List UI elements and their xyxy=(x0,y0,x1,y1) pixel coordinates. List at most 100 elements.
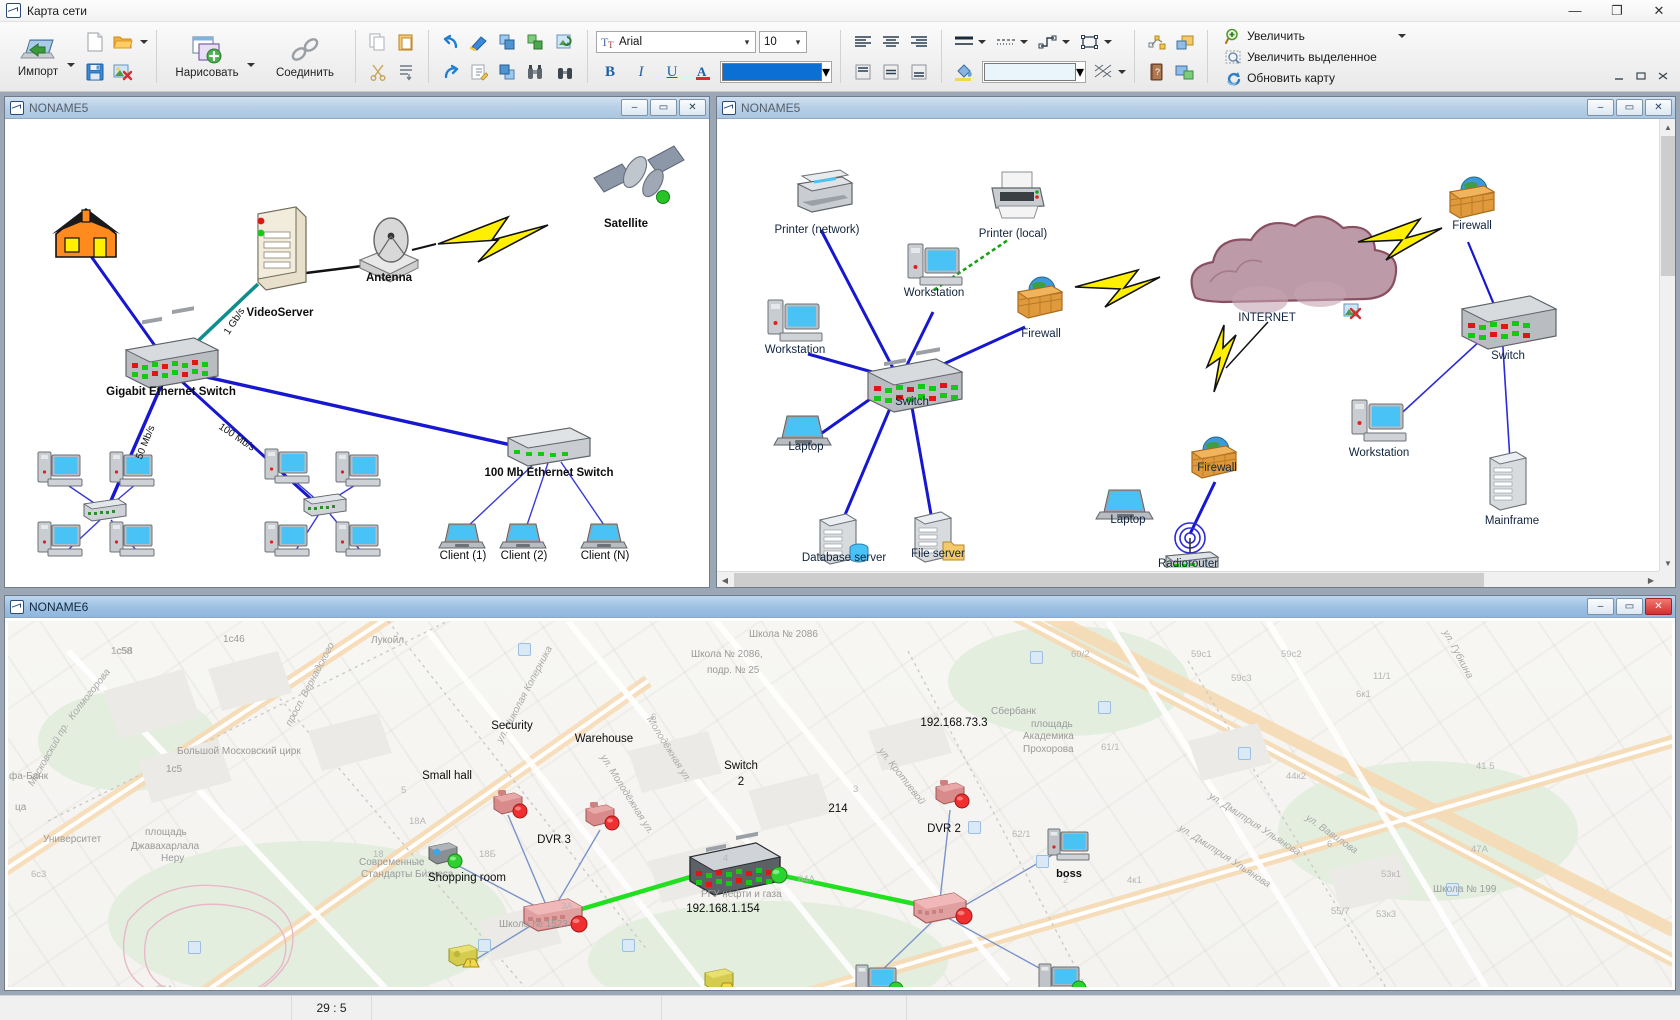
font-color-button[interactable]: A xyxy=(689,58,717,86)
mdi-window-noname6-map[interactable]: NONAME6 – ▭ ✕ xyxy=(4,595,1676,991)
connect-button[interactable]: Соединить xyxy=(263,25,347,89)
mdi-window-2-titlebar[interactable]: NONAME5 – ▭ ✕ xyxy=(717,97,1675,119)
mdi-window-3-restore[interactable]: ▭ xyxy=(1616,598,1643,615)
font-color-chevron-down-icon[interactable]: ▾ xyxy=(822,62,830,82)
draw-dropdown-caret[interactable] xyxy=(247,63,255,67)
copy-button[interactable] xyxy=(364,28,392,56)
align-top-button[interactable] xyxy=(849,58,877,86)
node-label-switch-center: Switch xyxy=(895,396,929,408)
pattern-button[interactable] xyxy=(1090,58,1118,86)
mdi-restore-all-button[interactable] xyxy=(1630,67,1652,85)
connector-style-button[interactable] xyxy=(1034,28,1062,56)
shape-button[interactable] xyxy=(1076,28,1104,56)
align-right-button[interactable] xyxy=(905,28,933,56)
network-diagram-canvas-2[interactable]: Printer (network) Printer (local) Workst… xyxy=(720,122,1656,568)
fill-bucket-icon xyxy=(953,63,975,81)
line-style-button[interactable] xyxy=(992,28,1020,56)
mdi-window-noname5-right[interactable]: NONAME5 – ▭ ✕ xyxy=(716,96,1676,588)
vertical-scroll-thumb[interactable] xyxy=(1661,136,1675,276)
paste-item-button[interactable] xyxy=(392,58,420,86)
new-document-button[interactable] xyxy=(81,28,109,56)
draw-button[interactable]: Нарисовать xyxy=(165,25,249,89)
connector-style-caret[interactable] xyxy=(1062,40,1070,44)
vertical-scrollbar-window-2[interactable]: ▲ ▼ xyxy=(1659,119,1675,571)
line-weight-button[interactable] xyxy=(950,28,978,56)
align-bottom-button[interactable] xyxy=(905,58,933,86)
poi-marker-icon xyxy=(478,939,491,952)
mdi-window-noname5-left[interactable]: NONAME5 – ▭ ✕ xyxy=(4,96,710,588)
import-button[interactable]: Импорт xyxy=(5,25,71,89)
mdi-window-1-close[interactable]: ✕ xyxy=(679,99,706,116)
properties-button[interactable] xyxy=(465,58,493,86)
mdi-window-3-close[interactable]: ✕ xyxy=(1645,598,1672,615)
italic-button[interactable]: I xyxy=(627,58,655,86)
mdi-close-all-button[interactable] xyxy=(1652,67,1674,85)
zoom-in-dropdown-caret[interactable] xyxy=(1398,34,1406,38)
geo-map-canvas[interactable]: ! xyxy=(8,621,1672,987)
mdi-window-1-minimize[interactable]: – xyxy=(621,99,648,116)
send-to-back-button[interactable] xyxy=(493,58,521,86)
window-minimize-button[interactable]: — xyxy=(1554,0,1596,22)
mdi-window-3-titlebar[interactable]: NONAME6 – ▭ ✕ xyxy=(5,596,1675,618)
horizontal-scroll-thumb[interactable] xyxy=(734,573,1484,587)
save-button[interactable] xyxy=(81,58,109,86)
mdi-window-2-close[interactable]: ✕ xyxy=(1645,99,1672,116)
underline-button[interactable]: U xyxy=(658,58,686,86)
fill-color-chevron-down-icon[interactable]: ▾ xyxy=(1076,62,1084,82)
line-style-caret[interactable] xyxy=(1020,40,1028,44)
redo-button[interactable] xyxy=(437,58,465,86)
line-weight-caret[interactable] xyxy=(978,40,986,44)
mdi-window-1-titlebar[interactable]: NONAME5 – ▭ ✕ xyxy=(5,97,709,119)
zoom-in-menu-item[interactable]: Увеличить xyxy=(1219,26,1419,47)
mdi-minimize-all-button[interactable] xyxy=(1608,67,1630,85)
node-label-client-1: Client (1) xyxy=(440,550,487,562)
open-file-dropdown-caret[interactable] xyxy=(140,40,148,44)
scroll-left-arrow-icon[interactable]: ◀ xyxy=(717,572,733,587)
align-center-button[interactable] xyxy=(877,28,905,56)
mdi-window-1-restore[interactable]: ▭ xyxy=(650,99,677,116)
font-family-chevron-down-icon[interactable]: ▾ xyxy=(739,32,755,52)
zoom-selection-menu-item[interactable]: Увеличить выделенное xyxy=(1219,47,1382,68)
bold-button[interactable]: B xyxy=(596,58,624,86)
bring-to-front-button[interactable] xyxy=(493,28,521,56)
group-button[interactable] xyxy=(521,28,549,56)
paste-button[interactable] xyxy=(392,28,420,56)
window-maximize-button[interactable]: ❐ xyxy=(1596,0,1638,22)
refresh-map-menu-item[interactable]: Обновить карту xyxy=(1219,68,1340,89)
align-middle-button[interactable] xyxy=(877,58,905,86)
align-left-button[interactable] xyxy=(849,28,877,56)
refresh-map-small-button[interactable] xyxy=(551,28,579,56)
scroll-down-arrow-icon[interactable]: ▼ xyxy=(1660,555,1675,571)
undo-button[interactable] xyxy=(437,28,465,56)
map-house-number: 47A xyxy=(1471,844,1488,855)
fill-color-swatch xyxy=(984,63,1076,81)
scroll-up-arrow-icon[interactable]: ▲ xyxy=(1660,119,1675,135)
import-dropdown-caret[interactable] xyxy=(67,63,75,67)
font-size-combo[interactable]: 10 ▾ xyxy=(759,31,807,53)
window-close-button[interactable]: ✕ xyxy=(1638,0,1680,22)
find-button[interactable] xyxy=(521,58,549,86)
mdi-window-2-restore[interactable]: ▭ xyxy=(1616,99,1643,116)
topology-button[interactable] xyxy=(1143,28,1171,56)
mdi-window-2-minimize[interactable]: – xyxy=(1587,99,1614,116)
mdi-window-3-minimize[interactable]: – xyxy=(1587,598,1614,615)
export-button[interactable] xyxy=(109,58,137,86)
scroll-right-arrow-icon[interactable]: ▶ xyxy=(1643,572,1659,587)
font-family-combo[interactable]: T T Arial ▾ xyxy=(596,31,756,53)
clear-button[interactable] xyxy=(465,28,493,56)
fill-color-button[interactable] xyxy=(950,58,978,86)
cut-button[interactable] xyxy=(364,58,392,86)
compare-button[interactable] xyxy=(551,58,579,86)
shape-caret[interactable] xyxy=(1104,40,1112,44)
monitor-device-button[interactable] xyxy=(1171,58,1199,86)
network-diagram-canvas-1[interactable]: VideoServer Antenna Satellite Gigabit Et… xyxy=(8,122,706,584)
horizontal-scrollbar-window-2[interactable]: ◀ ▶ xyxy=(717,571,1659,587)
open-file-button[interactable] xyxy=(109,28,137,56)
node-label-switch-right: Switch xyxy=(1491,350,1525,362)
add-device-button[interactable] xyxy=(1171,28,1199,56)
fill-color-combo[interactable]: ▾ xyxy=(982,61,1086,83)
help-button[interactable]: ? xyxy=(1143,58,1171,86)
font-size-chevron-down-icon[interactable]: ▾ xyxy=(790,32,806,52)
pattern-caret[interactable] xyxy=(1118,70,1126,74)
font-color-combo[interactable]: ▾ xyxy=(720,61,832,83)
